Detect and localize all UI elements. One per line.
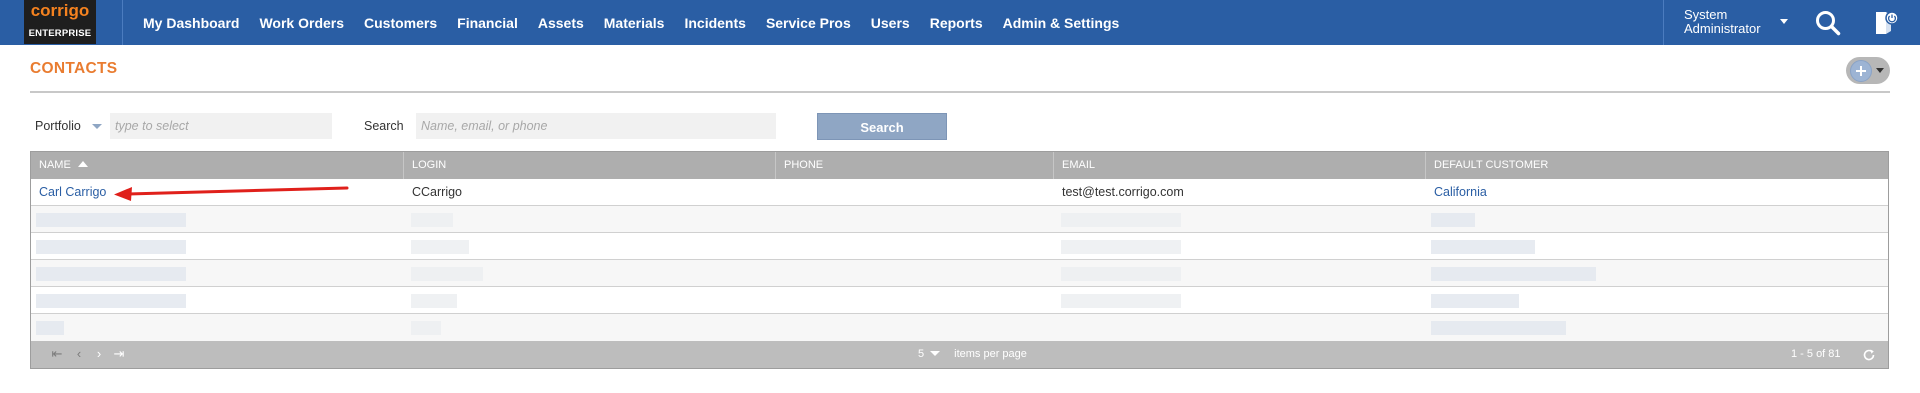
page-size-value: 5	[918, 348, 925, 360]
nav-reports[interactable]: Reports	[930, 15, 983, 31]
corrigo-logo[interactable]: corrigo ENTERPRISE	[24, 0, 96, 44]
redacted-cell	[1061, 294, 1181, 308]
contact-login: CCarrigo	[412, 185, 463, 199]
redacted-cell	[36, 294, 186, 308]
nav-my-dashboard[interactable]: My Dashboard	[143, 15, 239, 31]
top-nav-bar: corrigo ENTERPRISE My Dashboard Work Ord…	[0, 0, 1920, 45]
logo-subtext: ENTERPRISE	[28, 28, 92, 39]
sort-ascending-icon	[77, 161, 88, 167]
contacts-grid: NAME LOGIN PHONE EMAIL DEFAULT CUSTOMER …	[30, 151, 1889, 369]
pager-range-text: 1 - 5 of 81	[1791, 348, 1841, 360]
last-page-icon[interactable]: ⇥	[111, 346, 127, 362]
contact-phone	[776, 179, 784, 206]
items-per-page-label: items per page	[954, 348, 1027, 360]
column-header-login[interactable]: LOGIN	[404, 152, 776, 179]
redacted-cell	[1431, 213, 1475, 227]
redacted-cell	[1061, 213, 1181, 227]
redacted-cell	[1431, 267, 1596, 281]
column-header-name-label: NAME	[39, 159, 71, 171]
nav-divider-right	[1663, 0, 1664, 45]
chevron-down-icon	[930, 351, 941, 356]
nav-assets[interactable]: Assets	[538, 15, 584, 31]
chevron-down-icon[interactable]	[1780, 19, 1788, 24]
table-row-redacted[interactable]	[31, 287, 1888, 314]
redacted-cell	[1431, 321, 1566, 335]
nav-work-orders[interactable]: Work Orders	[259, 15, 344, 31]
main-nav: My Dashboard Work Orders Customers Finan…	[143, 0, 1139, 45]
portfolio-label: Portfolio	[35, 119, 81, 133]
nav-financial[interactable]: Financial	[457, 15, 518, 31]
redacted-cell	[36, 267, 186, 281]
table-row-redacted[interactable]	[31, 233, 1888, 260]
table-row-redacted[interactable]	[31, 206, 1888, 233]
portfolio-input[interactable]	[110, 113, 332, 139]
table-row-redacted[interactable]	[31, 314, 1888, 341]
redacted-cell	[36, 240, 186, 254]
page-size-selector[interactable]: 5 items per page	[918, 341, 1027, 368]
redacted-cell	[1431, 294, 1519, 308]
logo-text: corrigo	[30, 1, 90, 20]
refresh-icon[interactable]	[1861, 347, 1877, 363]
search-label: Search	[364, 119, 404, 133]
previous-page-icon[interactable]: ‹	[71, 346, 87, 362]
portfolio-dropdown-icon[interactable]	[92, 124, 102, 129]
nav-service-pros[interactable]: Service Pros	[766, 15, 851, 31]
logout-icon[interactable]	[1873, 9, 1899, 35]
search-button[interactable]: Search	[817, 113, 947, 140]
grid-pager: ⇤ ‹ › ⇥ 5 items per page 1 - 5 of 81	[31, 341, 1888, 368]
search-input[interactable]	[416, 113, 776, 139]
first-page-icon[interactable]: ⇤	[49, 346, 65, 362]
redacted-cell	[1061, 267, 1181, 281]
chevron-down-icon	[1876, 68, 1884, 73]
add-contact-button[interactable]	[1846, 57, 1890, 84]
redacted-cell	[36, 213, 186, 227]
user-menu[interactable]: System Administrator	[1684, 8, 1784, 36]
next-page-icon[interactable]: ›	[91, 346, 107, 362]
nav-divider	[122, 0, 123, 45]
redacted-cell	[1431, 240, 1535, 254]
table-row[interactable]: Carl Carrigo CCarrigo test@test.corrigo.…	[31, 179, 1888, 206]
redacted-cell	[1061, 240, 1181, 254]
redacted-cell	[411, 240, 469, 254]
table-row-redacted[interactable]	[31, 260, 1888, 287]
nav-admin-settings[interactable]: Admin & Settings	[1003, 15, 1120, 31]
nav-customers[interactable]: Customers	[364, 15, 437, 31]
column-header-name[interactable]: NAME	[31, 152, 404, 179]
plus-icon	[1850, 60, 1872, 82]
contact-name-link[interactable]: Carl Carrigo	[31, 179, 106, 206]
search-icon[interactable]	[1815, 10, 1841, 36]
redacted-cell	[411, 321, 441, 335]
nav-incidents[interactable]: Incidents	[684, 15, 745, 31]
grid-header: NAME LOGIN PHONE EMAIL DEFAULT CUSTOMER	[31, 152, 1888, 179]
header-divider	[30, 91, 1890, 93]
page-title: CONTACTS	[30, 60, 118, 77]
redacted-cell	[411, 213, 453, 227]
redacted-cell	[411, 294, 457, 308]
user-name-line2: Administrator	[1684, 21, 1761, 36]
redacted-cell	[36, 321, 64, 335]
nav-users[interactable]: Users	[871, 15, 910, 31]
nav-materials[interactable]: Materials	[604, 15, 665, 31]
contact-email: test@test.corrigo.com	[1062, 185, 1184, 199]
contact-default-customer-link[interactable]: California	[1426, 179, 1487, 206]
user-name-line1: System	[1684, 7, 1728, 22]
column-header-email[interactable]: EMAIL	[1054, 152, 1426, 179]
redacted-cell	[411, 267, 483, 281]
column-header-phone[interactable]: PHONE	[776, 152, 1054, 179]
column-header-default-customer[interactable]: DEFAULT CUSTOMER	[1426, 152, 1888, 179]
